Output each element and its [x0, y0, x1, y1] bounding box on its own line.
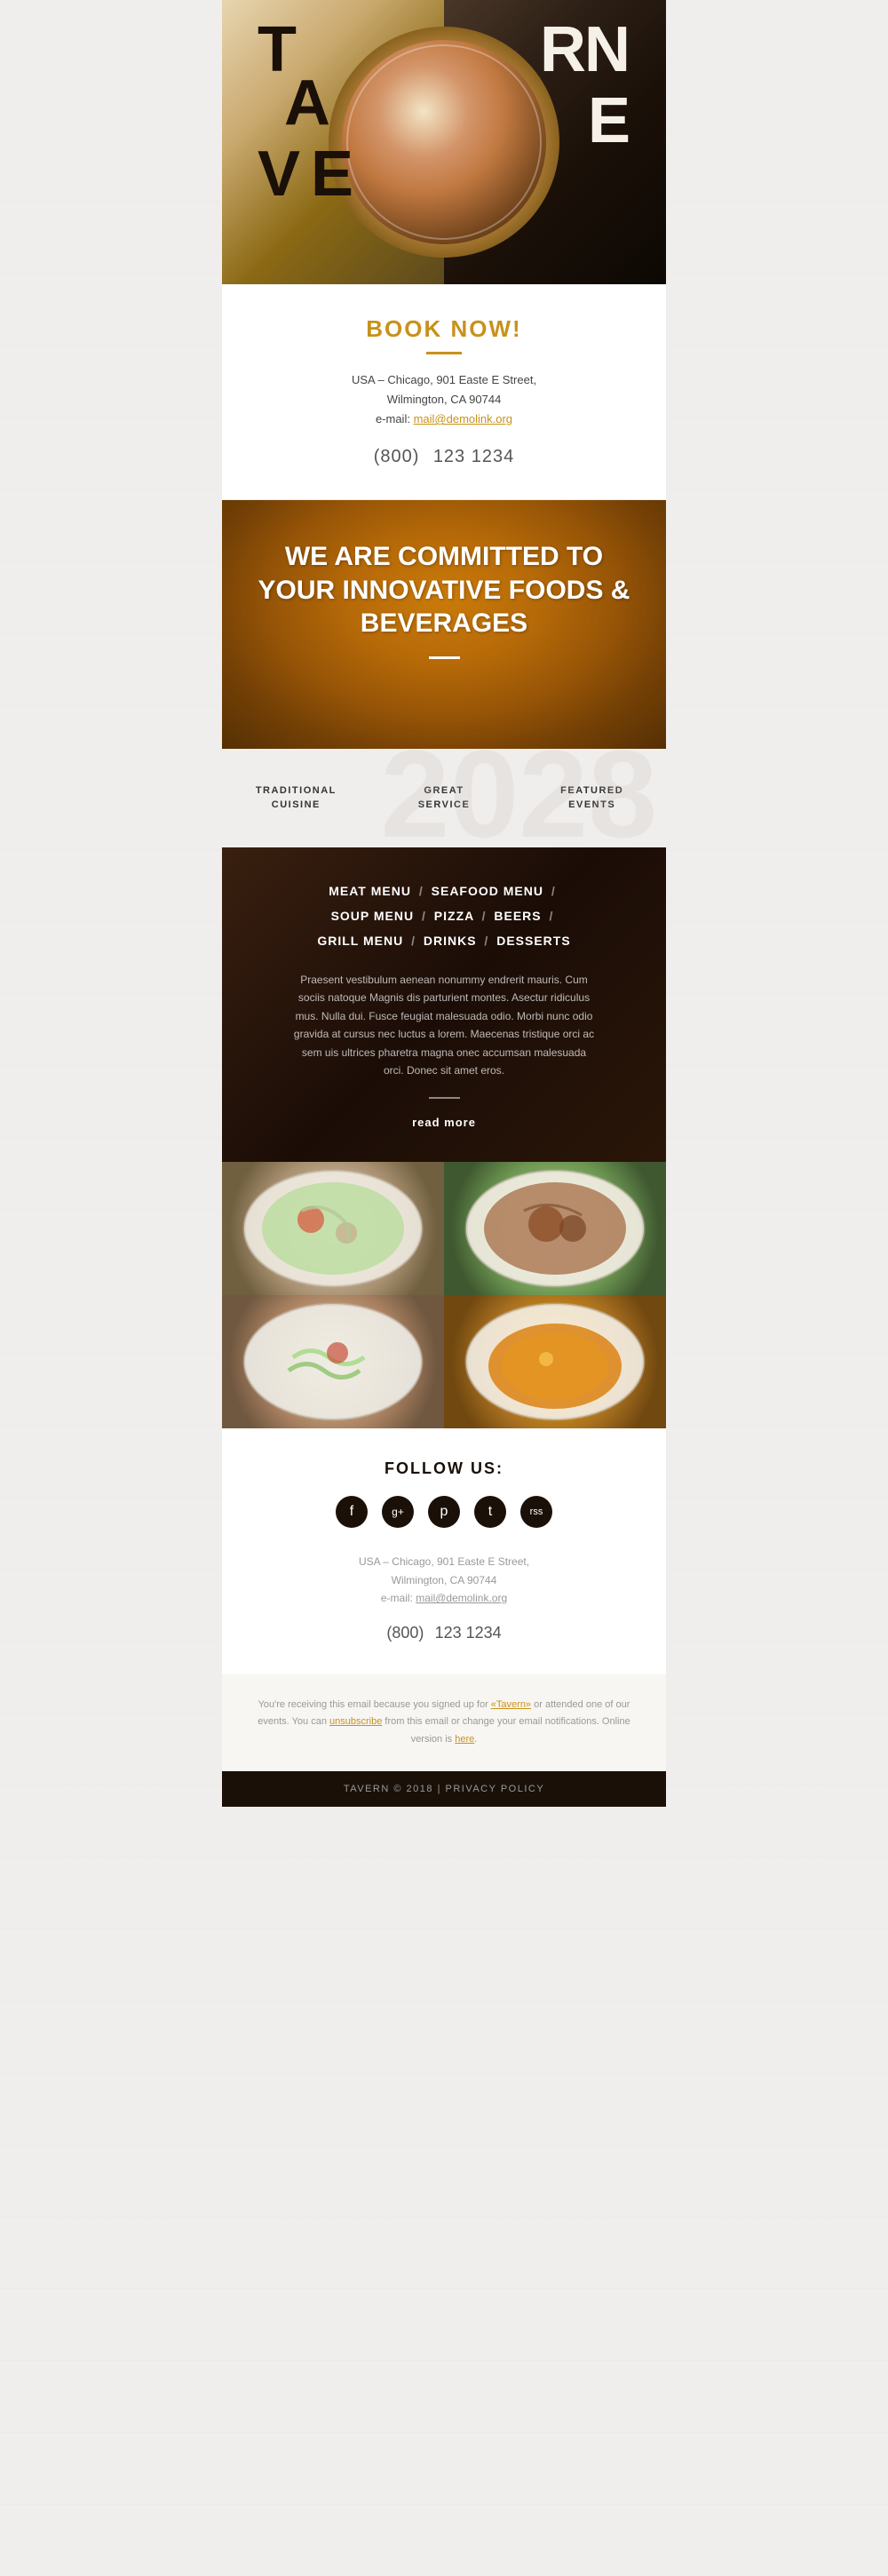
menu-items-row: MEAT MENU / SEAFOOD MENU / SOUP MENU / P…	[249, 879, 639, 953]
book-title: BOOK NOW!	[258, 315, 630, 343]
follow-email-link[interactable]: mail@demolink.org	[416, 1592, 507, 1604]
menu-section: MEAT MENU / SEAFOOD MENU / SOUP MENU / P…	[222, 847, 666, 1162]
feature-traditional-cuisine: TRADITIONALCUISINE	[222, 775, 370, 821]
follow-address-line1: USA – Chicago, 901 Easte E Street,	[359, 1555, 529, 1568]
twitter-icon[interactable]: t	[474, 1496, 506, 1528]
privacy-policy-link[interactable]: PRIVACY POLICY	[445, 1784, 544, 1794]
hero-section: T A V E N R E	[222, 0, 666, 284]
feature-featured-events: FEATUREDEVENTS	[518, 775, 666, 821]
menu-items-text: MEAT MENU / SEAFOOD MENU / SOUP MENU / P…	[249, 879, 639, 953]
legal-text: You're receiving this email because you …	[258, 1697, 630, 1749]
unsubscribe-link[interactable]: unsubscribe	[329, 1716, 382, 1727]
email-label: e-mail:	[376, 412, 410, 425]
follow-section: FOLLOW US: f g+ p t rss USA – Chicago, 9…	[222, 1428, 666, 1674]
facebook-icon[interactable]: f	[336, 1496, 368, 1528]
food-image-2	[444, 1162, 666, 1295]
committed-divider	[429, 656, 460, 659]
menu-description: Praesent vestibulum aenean nonummy endre…	[293, 971, 595, 1079]
tavern-link[interactable]: «Tavern»	[491, 1699, 531, 1710]
legal-text-after-link2: from this email or change your email not…	[382, 1716, 630, 1745]
committed-text: WE ARE COMMITTED TO YOUR INNOVATIVE FOOD…	[249, 540, 639, 640]
email-link[interactable]: mail@demolink.org	[414, 412, 512, 425]
book-address: USA – Chicago, 901 Easte E Street, Wilmi…	[258, 370, 630, 429]
food-image-4	[444, 1295, 666, 1428]
follow-title: FOLLOW US:	[258, 1459, 630, 1478]
food-image-1	[222, 1162, 444, 1295]
follow-phone-prefix: (800)	[386, 1624, 424, 1642]
food-image-3	[222, 1295, 444, 1428]
menu-divider	[429, 1097, 460, 1099]
features-section: 2028 TRADITIONALCUISINE GREATSERVICE FEA…	[222, 749, 666, 847]
footer-section: TAVERN © 2018 | PRIVACY POLICY	[222, 1771, 666, 1807]
book-section: BOOK NOW! USA – Chicago, 901 Easte E Str…	[222, 284, 666, 500]
phone-number: 123 1234	[433, 447, 514, 466]
google-plus-icon[interactable]: g+	[382, 1496, 414, 1528]
follow-address: USA – Chicago, 901 Easte E Street, Wilmi…	[258, 1553, 630, 1607]
book-phone: (800) 123 1234	[258, 443, 630, 468]
footer-text: TAVERN © 2018 | PRIVACY POLICY	[240, 1784, 648, 1794]
legal-text-end: .	[474, 1734, 477, 1745]
plate-detail	[346, 44, 542, 240]
food-images-section	[222, 1162, 666, 1428]
phone-prefix: (800)	[374, 447, 420, 466]
feature-label-1: TRADITIONALCUISINE	[235, 784, 357, 812]
rss-icon[interactable]: rss	[520, 1496, 552, 1528]
follow-phone-number: 123 1234	[435, 1624, 502, 1642]
book-divider	[426, 352, 462, 354]
committed-content: WE ARE COMMITTED TO YOUR INNOVATIVE FOOD…	[222, 500, 666, 699]
feature-label-2: GREATSERVICE	[384, 784, 505, 812]
dish-circle	[329, 27, 559, 258]
read-more-button[interactable]: read more	[412, 1116, 476, 1129]
social-icons: f g+ p t rss	[258, 1496, 630, 1528]
pinterest-icon[interactable]: p	[428, 1496, 460, 1528]
feature-great-service: GREATSERVICE	[370, 775, 519, 821]
follow-email-label: e-mail:	[381, 1592, 413, 1604]
legal-section: You're receiving this email because you …	[222, 1674, 666, 1771]
address-line2: Wilmington, CA 90744	[387, 393, 502, 406]
page-wrapper: T A V E N R E BOOK NOW! USA – Chicago, 9…	[222, 0, 666, 1807]
committed-section: WE ARE COMMITTED TO YOUR INNOVATIVE FOOD…	[222, 500, 666, 749]
follow-phone: (800) 123 1234	[258, 1620, 630, 1643]
legal-text-before-link1: You're receiving this email because you …	[258, 1699, 491, 1710]
feature-label-3: FEATUREDEVENTS	[531, 784, 653, 812]
online-version-link[interactable]: here	[455, 1734, 474, 1745]
footer-tavern: TAVERN © 2018	[344, 1784, 433, 1794]
address-line1: USA – Chicago, 901 Easte E Street,	[352, 373, 536, 386]
follow-address-line2: Wilmington, CA 90744	[392, 1574, 497, 1586]
